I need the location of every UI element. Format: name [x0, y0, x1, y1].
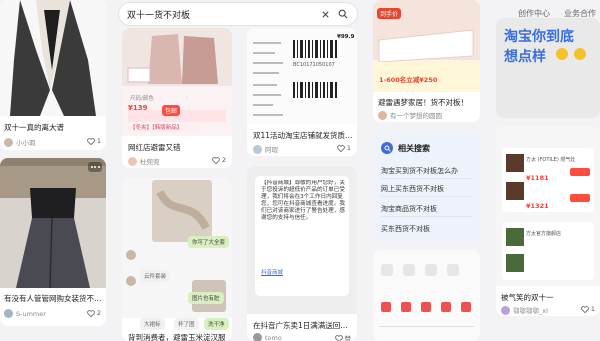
note-title: 在抖音广东卖1日满满送回买的sk2	[253, 321, 353, 330]
note-image	[0, 158, 106, 288]
image-text: 想点样	[504, 49, 546, 65]
note-image	[373, 250, 480, 341]
chat-bubble: 大裙标	[140, 318, 165, 330]
note-title: 双十一真的离大谱	[4, 123, 64, 132]
heart-icon	[87, 309, 95, 317]
note-author: 有一个梦想的圆圆	[378, 110, 442, 120]
heart-icon	[581, 305, 589, 313]
note-image	[122, 28, 232, 136]
related-search-item[interactable]: 网上买东西货不对板	[381, 184, 444, 194]
divider	[381, 216, 472, 217]
note-author: S-ummer	[4, 309, 46, 318]
note-author: 杜兜兜	[128, 156, 160, 166]
heart-icon	[334, 334, 343, 341]
user-avatar	[4, 137, 13, 147]
like-count[interactable]: 1	[581, 305, 595, 313]
barcode-text: BC10171050107	[293, 62, 335, 68]
note-title: 网红店避雷又错	[128, 143, 181, 152]
like-count[interactable]: 赞	[334, 333, 351, 341]
shop-name: 方太官方旗舰店	[526, 231, 562, 237]
chat-bubble: 云件套装	[140, 270, 171, 282]
product-price: ¥139	[128, 104, 148, 112]
note-author: tomo	[253, 333, 282, 341]
chat-bubble: 图片也有脏	[188, 292, 224, 304]
note-card[interactable]: ¥139 包邮 【冬夹】【韩版新品】 尺码/颜色 网红店避雷又错 杜兜兜 2	[122, 28, 232, 168]
related-search-item[interactable]: 淘宝买到货不对板怎么办	[381, 166, 458, 176]
note-author: 阿瑕	[253, 144, 278, 154]
chat-message: 【抖音商城】尊敬的用户您好，关于您投诉的超低价产品的订单已受理，我们将会在3个工…	[261, 180, 345, 221]
like-count[interactable]: 1	[87, 137, 101, 145]
clear-icon[interactable]	[319, 8, 331, 20]
note-title: 有没有人管管网购女装货不对板	[4, 294, 104, 303]
note-card[interactable]: 双十一真的离大谱 小小瑕 1	[0, 0, 106, 150]
like-count[interactable]: 2	[87, 309, 101, 317]
chat-bubble: 洗干净	[204, 318, 229, 330]
user-avatar	[501, 305, 510, 315]
note-card[interactable]: ¥99.9 BC10171050107 双11活动淘宝店铺就发货质产品 阿瑕 1	[247, 28, 357, 156]
user-avatar	[378, 110, 387, 120]
product-price: ¥1181	[526, 174, 549, 182]
image-text: 淘宝你到底	[504, 29, 574, 45]
search-bar[interactable]: 双十一货不对板	[118, 2, 358, 26]
divider	[381, 178, 472, 179]
business-link[interactable]: 业务合作	[564, 8, 596, 19]
user-avatar	[128, 156, 137, 166]
search-circle-icon	[381, 142, 393, 154]
note-author: 鄂鄂鄂鄂_xl	[501, 305, 548, 315]
note-card[interactable]: 到手价 1-600名立减¥250 避雷遇梦家居！货不对板！ 有一个梦想的圆圆	[373, 0, 480, 122]
note-card[interactable]: 淘宝你到底 想点样	[496, 18, 600, 118]
promo-banner: 1-600名立减¥250	[379, 76, 438, 84]
note-title: 双11活动淘宝店铺就发货质产品	[253, 131, 353, 140]
top-nav: 创作中心 业务合作	[518, 8, 596, 19]
page: 双十一货不对板 创作中心 业务合作 双十一真的离大谱 小小瑕 1 有没有人管管网…	[0, 0, 600, 341]
divider	[381, 196, 472, 197]
more-icon[interactable]	[88, 162, 102, 172]
search-icon[interactable]	[337, 8, 349, 20]
note-image	[247, 28, 357, 124]
related-search-card: 相关搜索 淘宝买到货不对板怎么办 网上买东西货不对板 淘宝商品货不对板 买东西货…	[373, 132, 480, 242]
shop-line: 【冬夹】【韩版新品】	[130, 125, 183, 131]
user-avatar	[253, 333, 262, 341]
note-image	[0, 0, 106, 116]
heart-icon	[212, 156, 220, 164]
related-search-item[interactable]: 买东西货不对板	[381, 224, 430, 234]
price-tag: 到手价	[377, 8, 402, 19]
creator-center-link[interactable]: 创作中心	[518, 8, 550, 19]
price-tag: ¥99.9	[337, 34, 355, 40]
shipping-badge: 包邮	[162, 105, 181, 116]
note-author: 小小瑕	[4, 137, 36, 147]
size-note: 尺码/颜色	[130, 96, 154, 102]
note-card[interactable]: 【抖音商城】尊敬的用户您好，关于您投诉的超低价产品的订单已受理，我们将会在3个工…	[247, 166, 357, 341]
note-title: 被气笑的双十一	[501, 293, 554, 302]
chat-bubble: 你可了大全套	[188, 236, 230, 248]
note-card[interactable]: 方太 (FOTILE) 燃气灶 ¥1181 ¥1321 方太官方旗舰店 被气笑的…	[496, 126, 600, 316]
product-price: ¥1321	[526, 202, 549, 210]
search-input[interactable]: 双十一货不对板	[127, 8, 313, 21]
heart-icon	[337, 144, 345, 152]
like-count[interactable]: 1	[337, 144, 351, 152]
related-search-header: 相关搜索	[381, 142, 430, 154]
note-card[interactable]: 有没有人管管网购女装货不对板 S-ummer 2	[0, 158, 106, 326]
product-name: 方太 (FOTILE) 燃气灶	[526, 157, 576, 163]
heart-icon	[87, 137, 95, 145]
chat-link[interactable]: 抖音商城	[261, 268, 283, 276]
user-avatar	[253, 144, 262, 154]
note-title: 背到消费者，避雷玉米淀汉服	[128, 333, 226, 341]
note-card[interactable]	[373, 250, 480, 341]
like-count[interactable]: 2	[212, 156, 226, 164]
related-search-item[interactable]: 淘宝商品货不对板	[381, 204, 437, 214]
note-title: 避雷遇梦家居！货不对板！	[378, 98, 468, 107]
user-avatar	[4, 309, 13, 318]
note-card[interactable]: 你可了大全套 云件套装 图片也有脏 大裙标 杯了图 洗干净 背到消费者，避雷玉米…	[122, 178, 232, 341]
chat-bubble: 杯了图	[174, 318, 199, 330]
